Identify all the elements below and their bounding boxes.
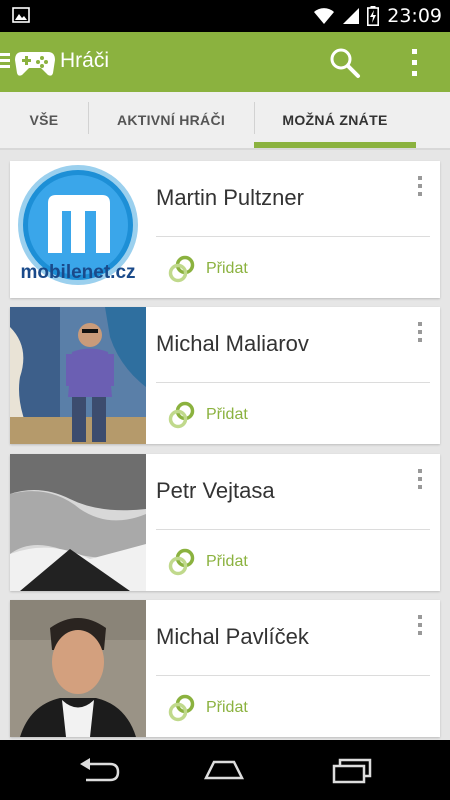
system-navigation-bar [0,740,450,800]
card-overflow-icon[interactable] [414,614,426,636]
recent-apps-icon[interactable] [328,754,376,786]
app-bar: Hráči [0,32,450,92]
tab-people-you-may-know[interactable]: MOŽNÁ ZNÁTE [254,92,416,148]
add-player-button[interactable]: Přidat [168,397,248,433]
player-card[interactable]: mobilenet.cz Martin Pultzner Přidat [10,161,440,298]
add-label: Přidat [206,553,248,570]
selected-tab-indicator [254,142,416,148]
avatar[interactable]: mobilenet.cz [10,161,146,298]
signal-icon [343,8,360,24]
add-to-circles-icon [168,401,195,429]
add-to-circles-icon [168,255,195,283]
tab-label: MOŽNÁ ZNÁTE [282,112,388,128]
player-name: Petr Vejtasa [156,478,275,503]
add-label: Přidat [206,406,248,423]
player-name: Martin Pultzner [156,185,304,210]
wifi-icon [314,8,335,24]
avatar[interactable] [10,454,146,591]
card-overflow-icon[interactable] [414,468,426,490]
avatar[interactable] [10,600,146,737]
player-card[interactable]: Michal Maliarov Přidat [10,307,440,444]
player-card[interactable]: Petr Vejtasa Přidat [10,454,440,591]
status-time: 23:09 [387,5,442,27]
card-divider [156,382,430,383]
person-photo [10,454,146,591]
add-player-button[interactable]: Přidat [168,544,248,580]
tab-active-players[interactable]: AKTIVNÍ HRÁČI [88,92,254,148]
add-to-circles-icon [168,694,195,722]
logo-text: mobilenet.cz [20,262,135,283]
tab-all[interactable]: VŠE [0,92,88,148]
card-overflow-icon[interactable] [414,321,426,343]
add-label: Přidat [206,260,248,277]
mobilenet-logo: mobilenet.cz [10,161,146,298]
status-bar-indicators: 23:09 [313,0,442,32]
person-photo [10,307,146,444]
games-gamepad-icon[interactable] [14,46,56,78]
back-icon[interactable] [76,754,124,786]
tab-bar: VŠE AKTIVNÍ HRÁČI MOŽNÁ ZNÁTE [0,92,450,150]
add-player-button[interactable]: Přidat [168,251,248,287]
drawer-menu-icon[interactable] [0,50,10,70]
card-divider [156,529,430,530]
battery-icon [367,6,380,26]
home-icon[interactable] [200,754,248,786]
gallery-notification-icon [12,7,30,23]
card-divider [156,675,430,676]
card-divider [156,236,430,237]
page-title: Hráči [60,49,110,72]
overflow-menu-icon[interactable] [405,46,425,80]
add-to-circles-icon [168,548,195,576]
search-icon[interactable] [328,46,362,80]
add-label: Přidat [206,699,248,716]
player-name: Michal Pavlíček [156,624,309,649]
status-bar: 23:09 [0,0,450,32]
card-overflow-icon[interactable] [414,175,426,197]
player-name: Michal Maliarov [156,331,309,356]
avatar[interactable] [10,307,146,444]
person-photo [10,600,146,737]
player-card[interactable]: Michal Pavlíček Přidat [10,600,440,737]
add-player-button[interactable]: Přidat [168,690,248,726]
